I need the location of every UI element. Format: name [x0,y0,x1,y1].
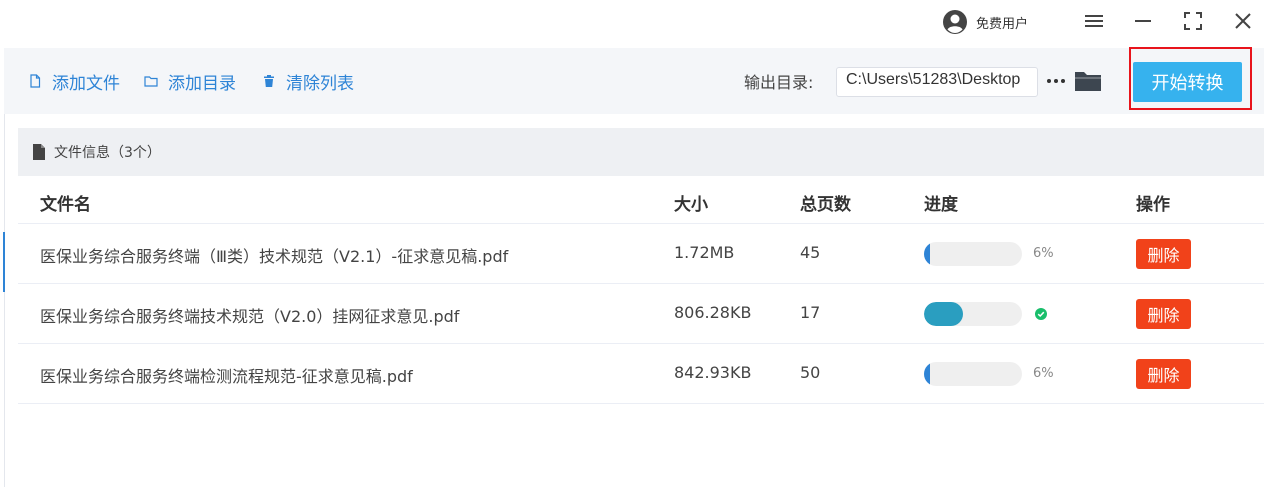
left-border [4,114,5,487]
left-active-indicator [3,232,5,292]
open-folder-icon[interactable] [1074,67,1102,93]
file-size: 806.28KB [674,303,752,322]
progress-percent: 6% [1033,366,1054,381]
start-convert-button[interactable]: 开始转换 [1133,62,1242,102]
file-name: 医保业务综合服务终端（Ⅲ类）技术规范（V2.1）-征求意见稿.pdf [40,247,509,266]
trash-icon [264,75,274,87]
progress-bar [924,362,1022,386]
menu-icon [1085,15,1103,27]
file-icon [30,74,41,88]
maximize-button[interactable] [1180,8,1206,34]
file-name: 医保业务综合服务终端检测流程规范-征求意见稿.pdf [40,367,413,386]
table-header: 文件名 大小 总页数 进度 操作 [18,176,1264,224]
document-icon [33,144,45,160]
progress-fill [924,302,964,326]
success-check-icon [1035,308,1047,320]
progress-percent: 6% [1033,246,1054,261]
file-name: 医保业务综合服务终端技术规范（V2.0）挂网征求意见.pdf [40,307,460,326]
column-header-progress: 进度 [924,195,958,215]
progress-bar [924,242,1022,266]
output-directory-label: 输出目录: [744,73,814,92]
table-row[interactable]: 医保业务综合服务终端技术规范（V2.0）挂网征求意见.pdf 806.28KB … [18,284,1264,344]
progress-bar [924,302,1022,326]
file-info-title: 文件信息（3个） [54,145,161,161]
user-avatar-icon [943,10,967,34]
user-account[interactable]: 免费用户 [942,9,1028,35]
column-header-name: 文件名 [40,195,91,215]
add-file-button[interactable]: 添加文件 [28,68,120,94]
clear-list-button[interactable]: 清除列表 [262,68,354,94]
browse-more-button[interactable] [1044,69,1068,93]
page-count: 17 [800,303,821,322]
clear-list-label: 清除列表 [286,73,354,94]
delete-button[interactable]: 删除 [1136,359,1191,389]
page-count: 45 [800,243,821,262]
folder-outline-icon [144,76,158,87]
toolbar: 添加文件 添加目录 清除列表 输出目录: C:\Users\51283\Desk… [4,47,1264,114]
add-folder-label: 添加目录 [168,73,236,94]
output-directory-field[interactable]: C:\Users\51283\Desktop [836,67,1038,97]
close-icon [1235,13,1251,29]
close-button[interactable] [1230,8,1256,34]
column-header-size: 大小 [674,195,708,215]
file-info-header: 文件信息（3个） [18,128,1264,176]
table-row[interactable]: 医保业务综合服务终端检测流程规范-征求意见稿.pdf 842.93KB 50 6… [18,344,1264,404]
delete-button[interactable]: 删除 [1136,239,1191,269]
add-folder-button[interactable]: 添加目录 [144,68,236,94]
file-size: 1.72MB [674,243,735,262]
file-size: 842.93KB [674,363,752,382]
delete-button[interactable]: 删除 [1136,299,1191,329]
user-name: 免费用户 [976,16,1029,32]
menu-button[interactable] [1081,8,1107,34]
progress-fill [924,362,930,386]
table-row[interactable]: 医保业务综合服务终端（Ⅲ类）技术规范（V2.1）-征求意见稿.pdf 1.72M… [18,224,1264,284]
maximize-icon [1184,12,1202,30]
progress-fill [924,242,930,266]
title-bar: 免费用户 [0,0,1264,48]
minimize-button[interactable] [1130,8,1156,34]
page-count: 50 [800,363,821,382]
more-dots-icon [1047,79,1065,83]
column-header-action: 操作 [1136,195,1170,215]
add-file-label: 添加文件 [52,73,120,94]
minimize-icon [1135,20,1151,22]
column-header-pages: 总页数 [800,195,851,215]
